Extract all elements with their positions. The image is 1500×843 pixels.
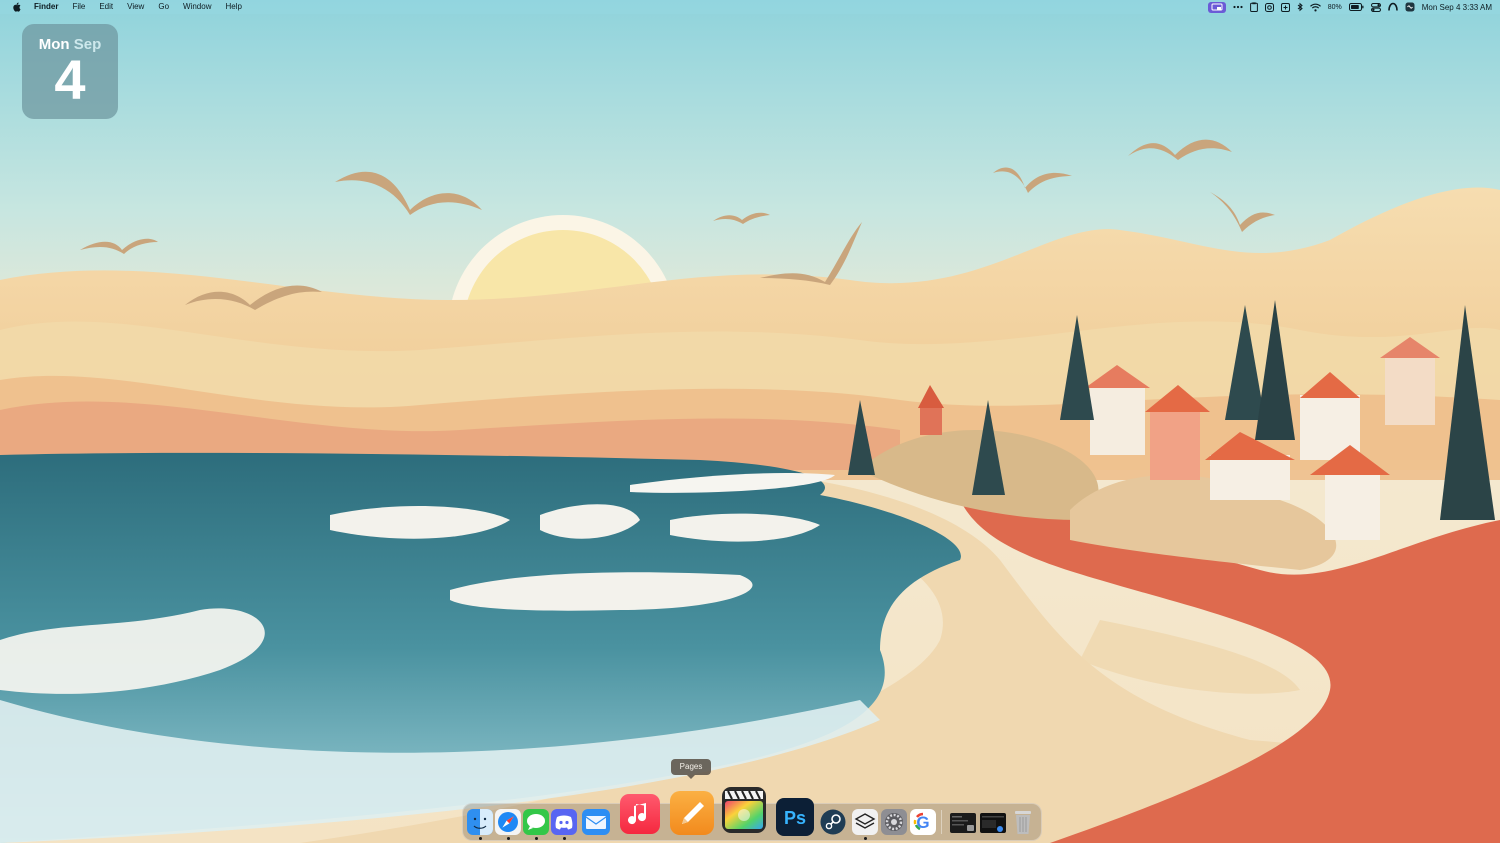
dock-messages[interactable] <box>522 807 550 840</box>
dock-final-cut-pro[interactable] <box>721 786 767 834</box>
running-indicator <box>534 837 538 840</box>
messages-icon <box>523 809 549 835</box>
dock-discord[interactable] <box>550 807 578 840</box>
dock: Ps G <box>462 787 1042 841</box>
dock-steam[interactable] <box>819 807 847 837</box>
menu-view[interactable]: View <box>120 0 151 14</box>
steam-icon <box>820 809 846 835</box>
time-machine-icon[interactable] <box>1280 2 1290 12</box>
layers-icon <box>852 809 878 835</box>
battery-icon[interactable] <box>1348 2 1364 12</box>
widget-day: 4 <box>54 48 86 111</box>
minimized-window-icon <box>950 813 976 833</box>
control-center-icon[interactable] <box>1370 2 1381 12</box>
pages-icon <box>670 791 714 835</box>
dock-separator <box>941 810 942 834</box>
user-icon[interactable] <box>1387 2 1398 12</box>
google-icon: G <box>910 809 936 835</box>
dock-minimized-window-2[interactable] <box>979 811 1007 835</box>
running-indicator <box>562 837 566 840</box>
music-icon <box>620 794 660 834</box>
dock-layers[interactable] <box>851 807 879 840</box>
minimized-window-icon <box>980 813 1006 833</box>
battery-percent: 80% <box>1327 3 1342 11</box>
dropbox-icon[interactable] <box>1264 2 1274 12</box>
dock-pages[interactable] <box>669 790 715 836</box>
safari-icon <box>495 809 521 835</box>
dock-minimized-window-1[interactable] <box>949 811 977 835</box>
final-cut-pro-icon <box>722 787 766 833</box>
menu-clock[interactable]: Mon Sep 4 3:33 AM <box>1422 3 1492 12</box>
bluetooth-icon[interactable] <box>1297 2 1303 12</box>
dock-photoshop[interactable]: Ps <box>775 796 815 838</box>
menu-file[interactable]: File <box>65 0 92 14</box>
menu-help[interactable]: Help <box>218 0 248 14</box>
running-indicator <box>478 837 482 840</box>
dock-music[interactable] <box>619 792 661 836</box>
wifi-icon[interactable] <box>1309 2 1321 12</box>
desktop-wallpaper <box>0 0 1500 843</box>
menu-app-name[interactable]: Finder <box>34 0 65 14</box>
menu-window[interactable]: Window <box>176 0 218 14</box>
dock-safari[interactable] <box>494 807 522 840</box>
dock-finder[interactable] <box>466 807 494 840</box>
clipboard-icon[interactable] <box>1249 2 1258 12</box>
dock-trash[interactable] <box>1009 808 1037 836</box>
dock-google[interactable]: G <box>909 807 937 837</box>
more-icon[interactable] <box>1233 2 1243 12</box>
siri-icon[interactable] <box>1405 2 1415 12</box>
settings-icon <box>881 809 907 835</box>
trash-icon <box>1015 811 1031 834</box>
menu-go[interactable]: Go <box>151 0 176 14</box>
screen-mirroring-icon[interactable] <box>1207 1 1226 13</box>
dock-settings[interactable] <box>880 807 908 837</box>
mail-icon <box>582 809 610 835</box>
running-indicator <box>863 837 867 840</box>
discord-icon <box>551 809 577 835</box>
apple-logo-icon[interactable] <box>11 2 22 13</box>
menu-edit[interactable]: Edit <box>92 0 120 14</box>
running-indicator <box>506 837 510 840</box>
finder-icon <box>467 809 493 835</box>
date-widget[interactable]: Mon Sep 4 <box>22 24 118 119</box>
menu-bar: Finder File Edit View Go Window Help 80% <box>0 0 1500 14</box>
photoshop-icon: Ps <box>776 798 814 836</box>
dock-tooltip: Pages <box>671 759 711 779</box>
photoshop-label: Ps <box>784 808 806 828</box>
dock-mail[interactable] <box>581 807 611 837</box>
